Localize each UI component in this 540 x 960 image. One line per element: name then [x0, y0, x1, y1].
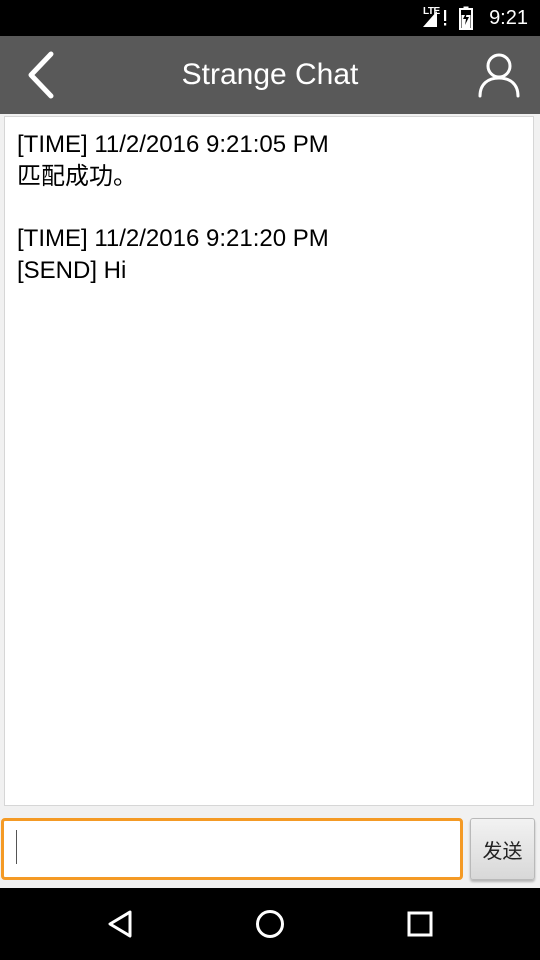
nav-recents-button[interactable]: [396, 900, 444, 948]
chat-message: [TIME] 11/2/2016 9:21:05 PM 匹配成功。: [17, 129, 521, 193]
recents-square-icon: [407, 911, 433, 937]
status-clock: 9:21: [489, 6, 528, 29]
composer: 发送: [0, 812, 540, 888]
app-bar: Strange Chat: [0, 36, 540, 114]
battery-charging-icon: [459, 6, 474, 30]
message-timestamp: [TIME] 11/2/2016 9:21:05 PM: [17, 131, 329, 158]
chat-screen: LTE 9:21 Strange Chat [TIME] 11/2/2016 9…: [0, 0, 540, 960]
message-text: [SEND] Hi: [17, 257, 127, 284]
navigation-bar: [0, 888, 540, 960]
profile-button[interactable]: [472, 48, 526, 102]
back-triangle-icon: [108, 910, 132, 938]
status-icons: 9:21: [421, 0, 528, 36]
text-cursor: [16, 830, 17, 864]
chevron-left-icon: [28, 51, 54, 99]
chat-log[interactable]: [TIME] 11/2/2016 9:21:05 PM 匹配成功。 [TIME]…: [4, 116, 534, 806]
nav-back-button[interactable]: [96, 900, 144, 948]
status-bar: LTE 9:21: [0, 0, 540, 36]
nav-home-button[interactable]: [246, 900, 294, 948]
chat-message: [TIME] 11/2/2016 9:21:20 PM [SEND] Hi: [17, 223, 521, 287]
message-timestamp: [TIME] 11/2/2016 9:21:20 PM: [17, 225, 329, 252]
send-button[interactable]: 发送: [470, 818, 535, 880]
message-input[interactable]: [1, 818, 463, 880]
lte-signal-icon: [423, 11, 438, 27]
message-text: 匹配成功。: [17, 163, 137, 190]
alert-icon: [444, 10, 447, 26]
back-button[interactable]: [14, 48, 66, 102]
app-title: Strange Chat: [181, 58, 359, 91]
user-icon: [478, 53, 520, 98]
home-circle-icon: [256, 910, 284, 938]
